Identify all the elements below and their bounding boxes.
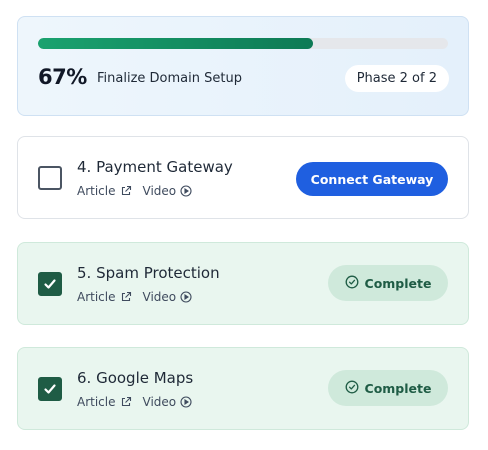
external-link-icon: [120, 396, 132, 408]
task-card-payment-gateway: 4. Payment Gateway Article Video Connect…: [17, 136, 469, 219]
phase-badge: Phase 2 of 2: [344, 65, 449, 92]
article-link-label: Article: [77, 290, 116, 304]
checkmark-icon: [44, 384, 56, 394]
checkmark-icon: [44, 279, 56, 289]
check-circle-icon: [345, 275, 359, 292]
task-checkbox[interactable]: [38, 166, 62, 190]
task-title: 6. Google Maps: [77, 369, 194, 387]
play-circle-icon: [180, 396, 192, 408]
video-link[interactable]: Video: [143, 395, 193, 409]
task-resource-links: Article Video: [77, 395, 203, 409]
task-checkbox[interactable]: [38, 272, 62, 296]
article-link-label: Article: [77, 395, 116, 409]
article-link[interactable]: Article: [77, 184, 132, 198]
article-link[interactable]: Article: [77, 290, 132, 304]
video-link-label: Video: [142, 395, 177, 409]
task-title: 5. Spam Protection: [77, 264, 220, 282]
video-link-label: Video: [142, 290, 177, 304]
task-card-google-maps: 6. Google Maps Article Video Complete: [17, 347, 469, 430]
progress-bar: [38, 38, 448, 49]
play-circle-icon: [180, 185, 192, 197]
setup-progress-card: 67% Finalize Domain Setup Phase 2 of 2: [17, 16, 469, 116]
check-circle-icon: [345, 380, 359, 397]
progress-percent: 67%: [38, 65, 87, 89]
progress-bar-fill: [38, 38, 313, 49]
external-link-icon: [120, 291, 132, 303]
complete-status-label: Complete: [364, 380, 432, 396]
video-link-label: Video: [142, 184, 177, 198]
complete-status-badge: Complete: [328, 265, 448, 301]
task-title: 4. Payment Gateway: [77, 158, 233, 176]
video-link[interactable]: Video: [143, 290, 193, 304]
article-link-label: Article: [77, 184, 116, 198]
connect-gateway-button[interactable]: Connect Gateway: [296, 162, 448, 196]
task-checkbox[interactable]: [38, 377, 62, 401]
task-resource-links: Article Video: [77, 184, 203, 198]
play-circle-icon: [180, 291, 192, 303]
task-resource-links: Article Video: [77, 290, 203, 304]
complete-status-badge: Complete: [328, 370, 448, 406]
video-link[interactable]: Video: [143, 184, 193, 198]
external-link-icon: [120, 185, 132, 197]
progress-title: Finalize Domain Setup: [97, 71, 242, 86]
task-card-spam-protection: 5. Spam Protection Article Video Complet…: [17, 242, 469, 325]
article-link[interactable]: Article: [77, 395, 132, 409]
complete-status-label: Complete: [364, 275, 432, 291]
